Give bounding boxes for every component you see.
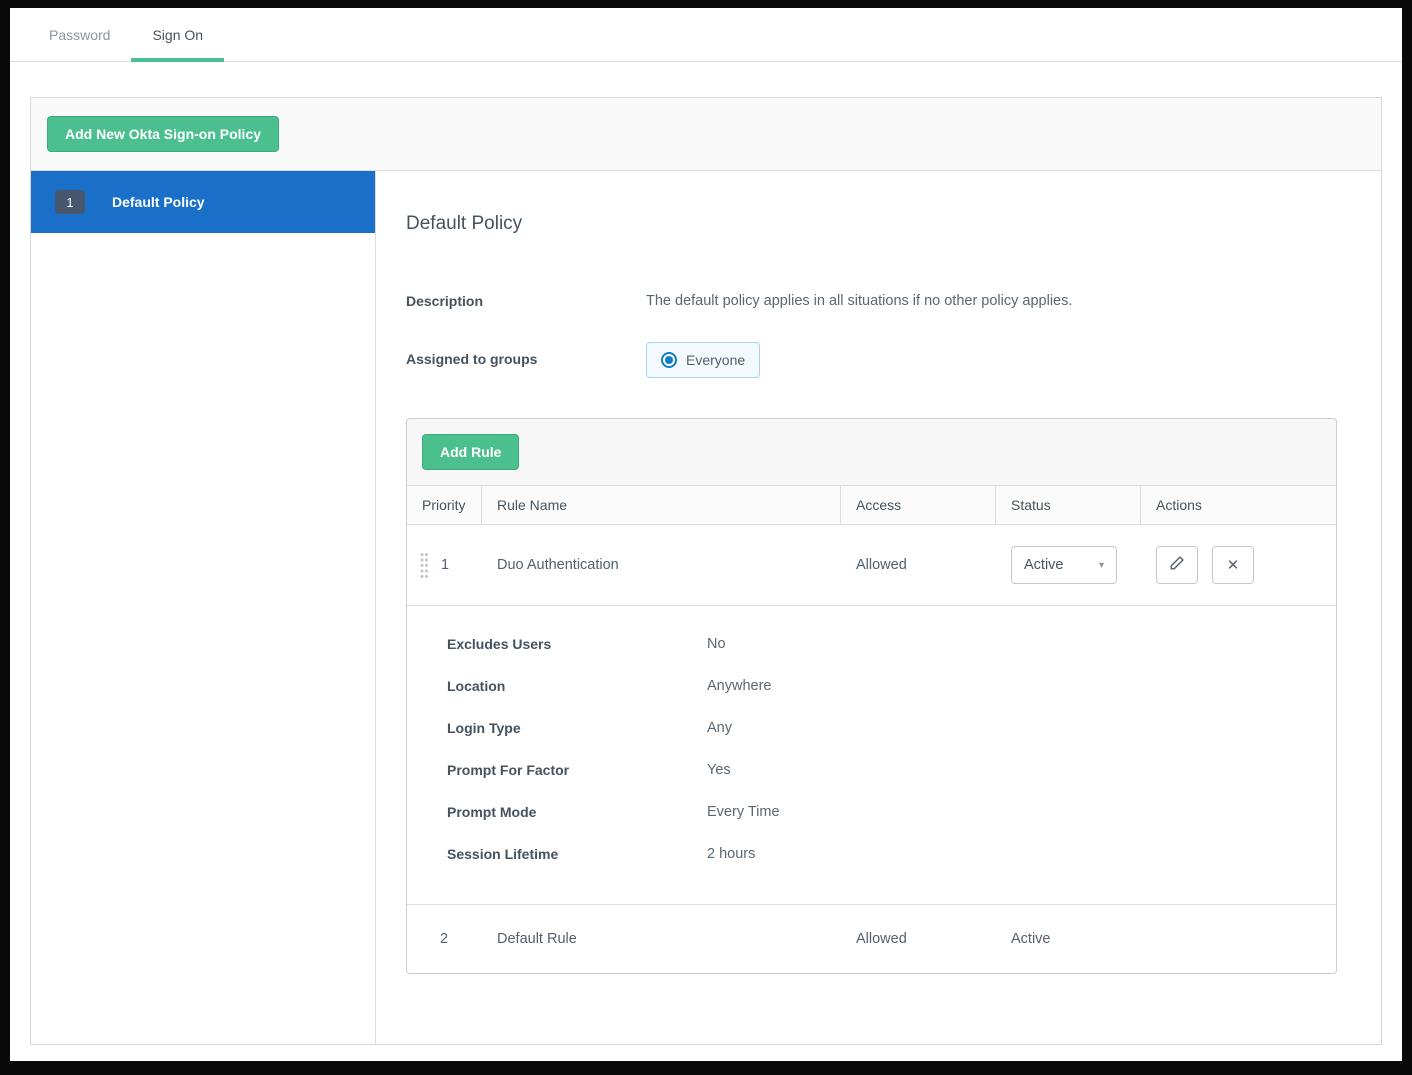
everyone-chip-label: Everyone xyxy=(686,352,746,369)
rule-1-details: Excludes Users No Location Anywhere Logi… xyxy=(407,606,1336,906)
rules-toolbar: Add Rule xyxy=(407,419,1336,487)
edit-rule-button[interactable] xyxy=(1156,546,1198,585)
rule-1-name: Duo Authentication xyxy=(497,557,619,574)
policy-list-item-default-policy[interactable]: 1 Default Policy xyxy=(31,171,375,233)
description-label: Description xyxy=(406,293,484,309)
detail-value: Every Time xyxy=(707,804,780,821)
detail-row-location: Location Anywhere xyxy=(447,678,1321,694)
rule-2-name: Default Rule xyxy=(497,931,577,948)
column-header-rule-name: Rule Name xyxy=(482,486,841,525)
screen: Password Sign On Add New Okta Sign-on Po… xyxy=(0,0,1412,1075)
detail-label: Excludes Users xyxy=(447,636,552,653)
detail-label: Location xyxy=(447,678,506,695)
page: Password Sign On Add New Okta Sign-on Po… xyxy=(10,8,1402,1061)
rule-2-status: Active xyxy=(1011,931,1051,948)
policy-list: 1 Default Policy xyxy=(31,171,376,1044)
rule-1-status-value: Active xyxy=(1024,557,1064,574)
tab-password-label: Password xyxy=(49,26,111,43)
detail-row-login-type: Login Type Any xyxy=(447,720,1321,736)
detail-value: Anywhere xyxy=(707,678,772,695)
detail-row-prompt-mode: Prompt Mode Every Time xyxy=(447,804,1321,820)
radio-selected-icon xyxy=(661,352,677,369)
column-header-access: Access xyxy=(841,486,996,525)
rule-1-status-cell: Active ▾ xyxy=(996,546,1141,585)
column-header-priority: Priority xyxy=(407,486,482,525)
assigned-groups-value: Everyone xyxy=(646,342,761,379)
rule-1-actions-cell: ✕ xyxy=(1141,546,1336,585)
drag-handle-icon[interactable] xyxy=(420,551,429,579)
sign-on-policy-panel: Add New Okta Sign-on Policy 1 Default Po… xyxy=(30,97,1382,1045)
detail-row-prompt-for-factor: Prompt For Factor Yes xyxy=(447,762,1321,778)
rule-1-priority-cell: 1 xyxy=(407,551,482,579)
rules-table-header: Priority Rule Name Access Status Actions xyxy=(407,486,1336,526)
rule-2-access: Allowed xyxy=(856,931,907,948)
description-value: The default policy applies in all situat… xyxy=(646,293,1073,309)
detail-label: Login Type xyxy=(447,720,521,737)
policy-detail-title: Default Policy xyxy=(406,213,523,234)
rule-2-priority: 2 xyxy=(440,931,449,948)
tab-password[interactable]: Password xyxy=(28,8,131,61)
detail-label: Prompt For Factor xyxy=(447,762,570,779)
policy-name-label: Default Policy xyxy=(112,194,205,210)
panel-toolbar: Add New Okta Sign-on Policy xyxy=(31,98,1381,170)
add-policy-button[interactable]: Add New Okta Sign-on Policy xyxy=(47,116,280,152)
detail-row-session-lifetime: Session Lifetime 2 hours xyxy=(447,846,1321,862)
column-header-actions: Actions xyxy=(1156,497,1202,514)
delete-rule-button[interactable]: ✕ xyxy=(1212,546,1254,585)
detail-label: Session Lifetime xyxy=(447,846,559,863)
column-header-status: Status xyxy=(996,486,1141,525)
detail-value: Yes xyxy=(707,762,731,779)
tab-sign-on[interactable]: Sign On xyxy=(131,8,224,62)
rule-1-priority: 1 xyxy=(441,557,450,574)
add-rule-button[interactable]: Add Rule xyxy=(422,434,520,471)
detail-value: Any xyxy=(707,720,732,737)
rule-1-access: Allowed xyxy=(856,557,907,574)
caret-down-icon: ▾ xyxy=(1098,559,1104,571)
everyone-group-chip[interactable]: Everyone xyxy=(646,342,761,379)
close-icon: ✕ xyxy=(1226,557,1240,575)
assigned-groups-label: Assigned to groups xyxy=(406,351,538,368)
panel-body: 1 Default Policy Default Policy Descript… xyxy=(31,170,1381,1044)
tab-sign-on-label: Sign On xyxy=(152,26,204,43)
detail-row-excludes-users: Excludes Users No xyxy=(447,636,1321,652)
detail-value: No xyxy=(707,636,726,653)
policy-detail: Default Policy Description The default p… xyxy=(376,171,1381,1044)
policy-priority-badge: 1 xyxy=(55,190,85,214)
assigned-groups-row: Assigned to groups Everyone xyxy=(406,342,1337,379)
rule-row-default-rule[interactable]: 2 Default Rule Allowed Active xyxy=(407,905,1336,973)
detail-label: Prompt Mode xyxy=(447,804,537,821)
pencil-icon xyxy=(1169,555,1185,575)
rule-2-priority-cell: 2 xyxy=(407,931,482,947)
rule-1-status-dropdown[interactable]: Active ▾ xyxy=(1011,546,1117,585)
description-row: Description The default policy applies i… xyxy=(406,291,1337,312)
rule-row-duo-authentication: 1 Duo Authentication Allowed Active ▾ ✕ xyxy=(407,525,1336,607)
detail-value: 2 hours xyxy=(707,846,756,863)
rules-card: Add Rule Priority Rule Name Access Statu… xyxy=(406,418,1337,975)
tab-bar: Password Sign On xyxy=(10,8,1402,62)
